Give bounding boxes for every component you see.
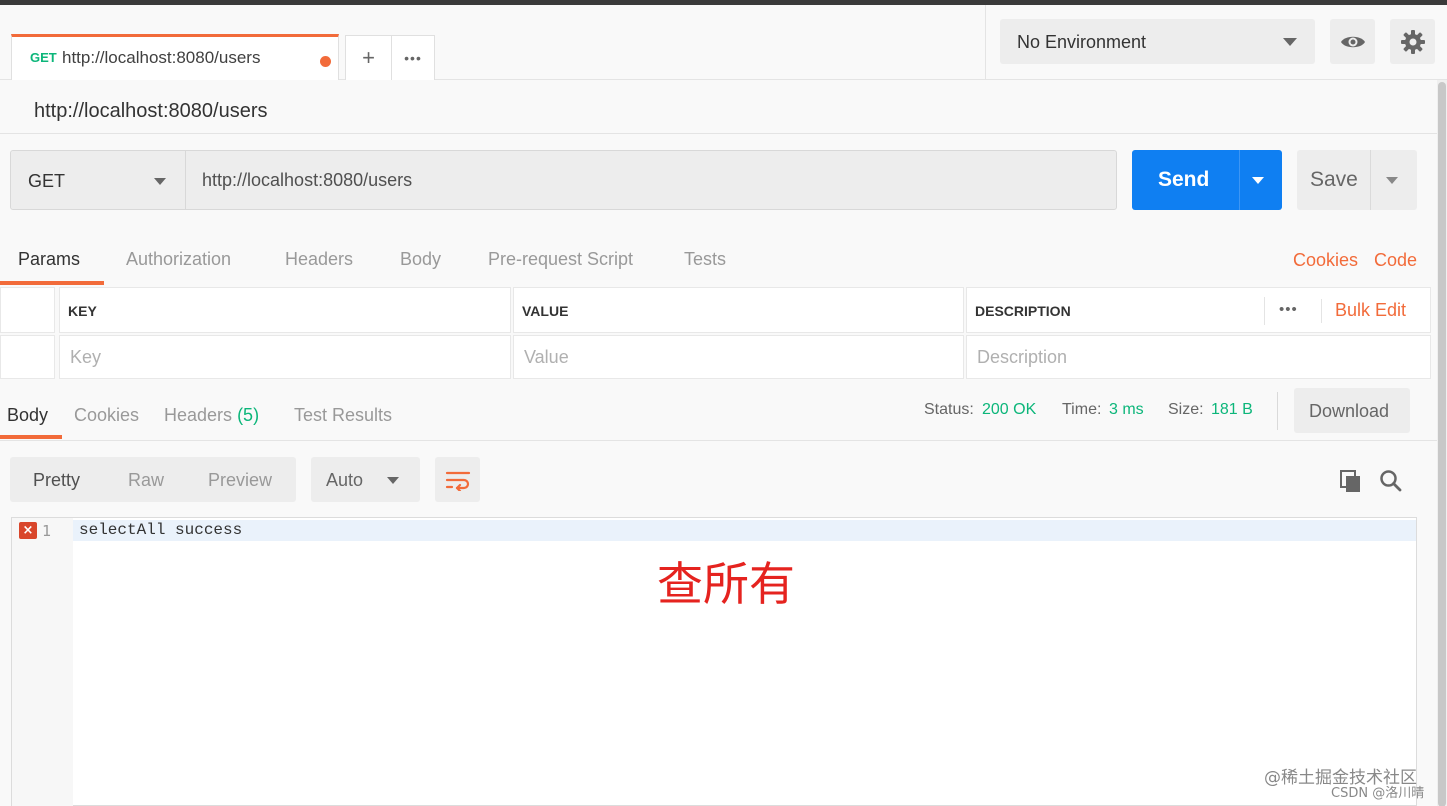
param-key-cell (59, 335, 511, 379)
response-tab-body[interactable]: Body (7, 405, 48, 426)
param-value-input[interactable] (514, 336, 963, 378)
divider (1264, 297, 1265, 325)
divider (1370, 150, 1371, 210)
save-label: Save (1310, 168, 1358, 191)
tab-params[interactable]: Params (18, 249, 80, 270)
error-marker-icon[interactable]: × (19, 522, 37, 539)
divider (1321, 299, 1322, 323)
status-label: Status: (924, 401, 974, 418)
description-header-label: DESCRIPTION (975, 303, 1071, 319)
line-number: 1 (42, 522, 52, 540)
method-select[interactable]: GET (10, 150, 186, 210)
bulk-edit-link[interactable]: Bulk Edit (1335, 300, 1406, 321)
chevron-down-icon[interactable] (1386, 177, 1398, 184)
headers-tab-label: Headers (164, 405, 233, 425)
method-label: GET (28, 171, 66, 191)
tab-headers[interactable]: Headers (285, 249, 353, 270)
view-mode-pretty[interactable]: Pretty (33, 470, 80, 491)
cookies-link[interactable]: Cookies (1293, 250, 1358, 271)
tab-method: GET (30, 50, 57, 65)
manage-environments-button[interactable] (1390, 19, 1435, 64)
new-tab-button[interactable]: + (345, 35, 392, 80)
size-label: Size: (1168, 401, 1204, 418)
send-button[interactable]: Send (1132, 150, 1282, 210)
save-button[interactable]: Save (1297, 150, 1417, 210)
param-description-input[interactable] (967, 336, 1430, 378)
divider (1239, 150, 1240, 210)
column-header-value: VALUE (513, 287, 964, 333)
format-select[interactable]: Auto (311, 457, 420, 502)
watermark-csdn: CSDN @洛川晴 (1331, 786, 1425, 801)
param-description-cell (966, 335, 1431, 379)
time-label: Time: (1062, 401, 1102, 418)
divider (1277, 392, 1278, 430)
column-header-key: KEY (59, 287, 511, 333)
code-link[interactable]: Code (1374, 250, 1417, 271)
tab-options-button[interactable]: ••• (391, 35, 435, 80)
unsaved-dot-icon (320, 56, 331, 67)
tab-pre-request-script[interactable]: Pre-request Script (488, 249, 633, 270)
scrollbar-thumb[interactable] (1438, 82, 1446, 806)
time-value[interactable]: 3 ms (1109, 401, 1144, 419)
request-tab-bar: GET http://localhost:8080/users + ••• (0, 5, 985, 80)
url-input[interactable] (185, 150, 1117, 210)
copy-response-button[interactable] (1338, 468, 1364, 494)
tab-body[interactable]: Body (400, 249, 441, 270)
request-title[interactable]: http://localhost:8080/users (34, 100, 267, 123)
chevron-down-icon (154, 178, 166, 185)
chevron-down-icon (387, 477, 399, 484)
environment-label: No Environment (1017, 32, 1147, 52)
tab-url: http://localhost:8080/users (62, 48, 261, 67)
active-tab-indicator (0, 281, 104, 285)
active-tab-indicator (0, 435, 62, 439)
plus-icon: + (362, 45, 375, 70)
response-tab-headers[interactable]: Headers (5) (164, 405, 259, 426)
more-icon: ••• (404, 50, 422, 66)
editor-gutter (12, 518, 73, 806)
row-checkbox-header (0, 287, 55, 333)
environment-quick-look-button[interactable] (1330, 19, 1375, 64)
tab-tests[interactable]: Tests (684, 249, 726, 270)
response-tab-cookies[interactable]: Cookies (74, 405, 139, 426)
chevron-down-icon (1283, 38, 1297, 46)
active-line-highlight (73, 520, 1416, 541)
response-tab-test-results[interactable]: Test Results (294, 405, 392, 426)
divider (0, 440, 1437, 441)
annotation-text: 查所有 (657, 557, 795, 611)
param-value-cell (513, 335, 964, 379)
divider (0, 133, 1437, 134)
search-response-button[interactable] (1378, 468, 1404, 494)
copy-icon (1340, 470, 1360, 492)
chevron-down-icon[interactable] (1252, 177, 1264, 184)
view-mode-raw[interactable]: Raw (128, 470, 164, 491)
tab-authorization[interactable]: Authorization (126, 249, 231, 270)
params-options-icon[interactable]: ••• (1279, 301, 1298, 318)
view-mode-preview[interactable]: Preview (208, 470, 272, 491)
download-button[interactable]: Download (1294, 388, 1410, 433)
status-value[interactable]: 200 OK (982, 401, 1036, 419)
wrap-lines-icon (445, 471, 470, 491)
row-checkbox[interactable] (0, 335, 55, 379)
view-mode-switch: Pretty Raw Preview (10, 457, 296, 502)
request-tab[interactable]: GET http://localhost:8080/users (11, 34, 339, 80)
headers-count-badge: (5) (237, 405, 260, 425)
gear-icon (1400, 29, 1425, 54)
wrap-lines-button[interactable] (435, 457, 480, 502)
size-value[interactable]: 181 B (1211, 401, 1253, 419)
code-line: selectAll success (79, 521, 243, 539)
format-label: Auto (326, 470, 364, 490)
search-icon (1380, 470, 1402, 492)
send-label: Send (1158, 168, 1210, 191)
eye-icon (1340, 36, 1365, 47)
param-key-input[interactable] (60, 336, 510, 378)
environment-select[interactable]: No Environment (1000, 19, 1315, 64)
